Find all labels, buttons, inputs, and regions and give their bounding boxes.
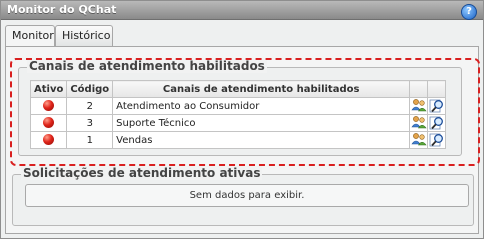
magnifier-search-icon[interactable] bbox=[429, 98, 445, 113]
row-channel-name: Atendimento ao Consumidor bbox=[112, 97, 411, 115]
table-row[interactable]: 1 Vendas bbox=[29, 131, 447, 149]
row-code: 1 bbox=[66, 131, 114, 149]
red-bulb-icon bbox=[43, 100, 55, 111]
column-header-codigo: Código bbox=[66, 80, 114, 98]
empty-message: Sem dados para exibir. bbox=[25, 184, 469, 207]
title-bar: Monitor do QChat ? bbox=[1, 1, 483, 20]
qchat-monitor-window: Monitor do QChat ? Monitor Histórico Can… bbox=[0, 0, 484, 239]
column-header-canais: Canais de atendimento habilitados bbox=[112, 80, 411, 98]
channels-table: Ativo Código Canais de atendimento habil… bbox=[29, 80, 447, 149]
users-settings-icon[interactable] bbox=[411, 132, 427, 147]
column-header-action-1 bbox=[409, 80, 429, 98]
users-settings-icon[interactable] bbox=[411, 98, 427, 113]
window-title: Monitor do QChat bbox=[7, 3, 117, 16]
row-code: 3 bbox=[66, 114, 114, 132]
magnifier-search-icon[interactable] bbox=[429, 115, 445, 130]
column-header-ativo: Ativo bbox=[29, 80, 68, 98]
users-settings-icon[interactable] bbox=[411, 115, 427, 130]
tab-monitor[interactable]: Monitor bbox=[5, 25, 55, 47]
red-bulb-icon bbox=[43, 117, 55, 128]
requests-group-legend: Solicitações de atendimento ativas bbox=[21, 166, 263, 180]
column-header-action-2 bbox=[427, 80, 447, 98]
help-icon[interactable]: ? bbox=[461, 4, 477, 20]
row-channel-name: Suporte Técnico bbox=[112, 114, 411, 132]
row-code: 2 bbox=[66, 97, 114, 115]
magnifier-search-icon[interactable] bbox=[429, 132, 445, 147]
table-row[interactable]: 3 Suporte Técnico bbox=[29, 114, 447, 132]
tab-historico[interactable]: Histórico bbox=[55, 25, 113, 46]
table-header-row: Ativo Código Canais de atendimento habil… bbox=[29, 80, 447, 98]
table-row[interactable]: 2 Atendimento ao Consumidor bbox=[29, 97, 447, 115]
row-channel-name: Vendas bbox=[112, 131, 411, 149]
red-bulb-icon bbox=[43, 134, 55, 145]
